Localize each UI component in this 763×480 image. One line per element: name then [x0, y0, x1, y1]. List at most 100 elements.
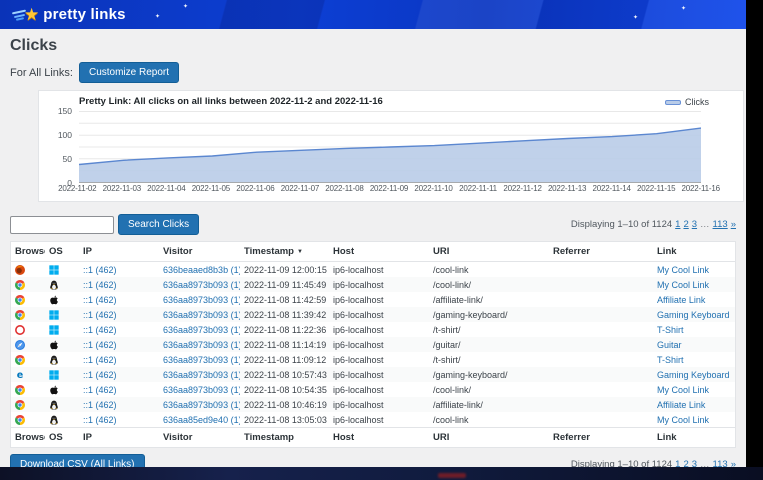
column-header-ip[interactable]: IP	[79, 428, 159, 447]
column-header-browser[interactable]: Browser	[11, 242, 45, 261]
column-header-link[interactable]: Link	[653, 242, 735, 261]
visitor-link[interactable]: 636aa8973b093 (1)	[163, 295, 240, 305]
uri-cell: /affiliate-link/	[429, 398, 549, 412]
visitor-link[interactable]: 636aa8973b093 (1)	[163, 280, 240, 290]
ip-link[interactable]: ::1 (462)	[83, 415, 117, 425]
page-link-3[interactable]: 3	[692, 459, 697, 467]
column-header-label: OS	[49, 432, 63, 443]
link-link[interactable]: My Cool Link	[657, 415, 709, 425]
column-header-label: Host	[333, 432, 354, 443]
link-link[interactable]: Affiliate Link	[657, 295, 705, 305]
link-link[interactable]: T-Shirt	[657, 355, 684, 365]
ip-link[interactable]: ::1 (462)	[83, 340, 117, 350]
ip-cell: ::1 (462)	[79, 353, 159, 367]
column-header-host[interactable]: Host	[329, 242, 429, 261]
table-row: ::1 (462)636aa8973b093 (1)2022-11-08 11:…	[11, 352, 735, 367]
visitor-link[interactable]: 636aa8973b093 (1)	[163, 325, 240, 335]
visitor-link[interactable]: 636aa8973b093 (1)	[163, 385, 240, 395]
column-header-referrer[interactable]: Referrer	[549, 428, 653, 447]
download-csv-button[interactable]: Download CSV (All Links)	[10, 454, 145, 467]
link-link[interactable]: My Cool Link	[657, 265, 709, 275]
x-tick-label: 2022-11-10	[411, 184, 456, 193]
table-footer-row: Browser OS IPVisitorTimestamp Host URI Referr…	[11, 427, 735, 447]
visitor-link[interactable]: 636aa85ed9e40 (1)	[163, 415, 240, 425]
customize-report-button[interactable]: Customize Report	[79, 62, 179, 83]
page-link-3[interactable]: 3	[692, 219, 697, 230]
pretty-links-logo: ★ pretty links	[12, 6, 126, 23]
visitor-link[interactable]: 636aa8973b093 (1)	[163, 310, 240, 320]
column-header-timestamp[interactable]: Timestamp▼	[240, 242, 329, 261]
uri-text: /cool-link/	[433, 385, 471, 395]
timestamp-cell: 2022-11-08 10:54:35	[240, 383, 329, 397]
uri-text: /gaming-keyboard/	[433, 370, 508, 380]
column-header-os[interactable]: OS	[45, 242, 79, 261]
ip-link[interactable]: ::1 (462)	[83, 370, 117, 380]
link-link[interactable]: Gaming Keyboard	[657, 370, 730, 380]
referrer-cell	[549, 403, 653, 407]
next-page-link[interactable]: »	[731, 459, 736, 467]
column-header-os[interactable]: OS	[45, 428, 79, 447]
ip-link[interactable]: ::1 (462)	[83, 265, 117, 275]
ip-link[interactable]: ::1 (462)	[83, 325, 117, 335]
visitor-link[interactable]: 636aa8973b093 (1)	[163, 400, 240, 410]
column-header-referrer[interactable]: Referrer	[549, 242, 653, 261]
ip-link[interactable]: ::1 (462)	[83, 355, 117, 365]
column-header-browser[interactable]: Browser	[11, 428, 45, 447]
pagination-bottom: Displaying 1–10 of 1124123…113»	[571, 459, 736, 467]
visitor-link[interactable]: 636aa8973b093 (1)	[163, 340, 240, 350]
column-header-host[interactable]: Host	[329, 428, 429, 447]
visitor-link[interactable]: 636aa8973b093 (1)	[163, 355, 240, 365]
column-header-link[interactable]: Link	[653, 428, 735, 447]
column-header-label: Referrer	[553, 432, 590, 443]
visitor-link[interactable]: 636aa8973b093 (1)	[163, 370, 240, 380]
link-link[interactable]: My Cool Link	[657, 385, 709, 395]
host-cell: ip6-localhost	[329, 263, 429, 277]
link-link[interactable]: T-Shirt	[657, 325, 684, 335]
uri-cell: /affiliate-link/	[429, 293, 549, 307]
last-page-link[interactable]: 113	[713, 459, 728, 467]
timestamp-text: 2022-11-08 10:54:35	[244, 385, 327, 395]
firefox-icon	[15, 265, 25, 275]
search-input[interactable]	[10, 216, 114, 234]
visitor-link[interactable]: 636beaaed8b3b (1)	[163, 265, 240, 275]
chart-x-axis-labels: 2022-11-022022-11-032022-11-042022-11-05…	[55, 184, 723, 193]
search-clicks-button[interactable]: Search Clicks	[118, 214, 199, 235]
table-row: ::1 (462)636beaaed8b3b (1)2022-11-09 12:…	[11, 262, 735, 277]
host-cell: ip6-localhost	[329, 338, 429, 352]
page-link-1[interactable]: 1	[675, 459, 680, 467]
column-header-visitor[interactable]: Visitor	[159, 242, 240, 261]
pagination-summary: Displaying 1–10 of 1124	[571, 459, 672, 467]
host-cell: ip6-localhost	[329, 398, 429, 412]
chart-title: Pretty Link: All clicks on all links bet…	[79, 96, 383, 107]
ip-link[interactable]: ::1 (462)	[83, 400, 117, 410]
column-header-uri[interactable]: URI	[429, 428, 549, 447]
x-tick-label: 2022-11-16	[678, 184, 723, 193]
referrer-cell	[549, 418, 653, 422]
sparkle-icon: ✦	[155, 13, 160, 20]
windows-icon	[49, 370, 59, 380]
last-page-link[interactable]: 113	[713, 219, 728, 230]
ip-link[interactable]: ::1 (462)	[83, 280, 117, 290]
link-link[interactable]: Gaming Keyboard	[657, 310, 730, 320]
link-link[interactable]: My Cool Link	[657, 280, 709, 290]
column-header-uri[interactable]: URI	[429, 242, 549, 261]
link-link[interactable]: Affiliate Link	[657, 400, 705, 410]
link-cell: T-Shirt	[653, 323, 735, 337]
page-link-1[interactable]: 1	[675, 219, 680, 230]
ip-link[interactable]: ::1 (462)	[83, 310, 117, 320]
page-link-2[interactable]: 2	[683, 459, 688, 467]
link-link[interactable]: Guitar	[657, 340, 682, 350]
column-header-visitor[interactable]: Visitor	[159, 428, 240, 447]
ip-link[interactable]: ::1 (462)	[83, 295, 117, 305]
windows-icon	[49, 265, 59, 275]
timestamp-cell: 2022-11-08 11:22:36	[240, 323, 329, 337]
host-text: ip6-localhost	[333, 385, 384, 395]
os-cell	[45, 368, 79, 382]
column-header-label: Referrer	[553, 246, 590, 257]
page-link-2[interactable]: 2	[683, 219, 688, 230]
column-header-timestamp[interactable]: Timestamp	[240, 428, 329, 447]
next-page-link[interactable]: »	[731, 219, 736, 230]
column-header-ip[interactable]: IP	[79, 242, 159, 261]
ip-link[interactable]: ::1 (462)	[83, 385, 117, 395]
timestamp-text: 2022-11-09 11:45:49	[244, 280, 326, 290]
